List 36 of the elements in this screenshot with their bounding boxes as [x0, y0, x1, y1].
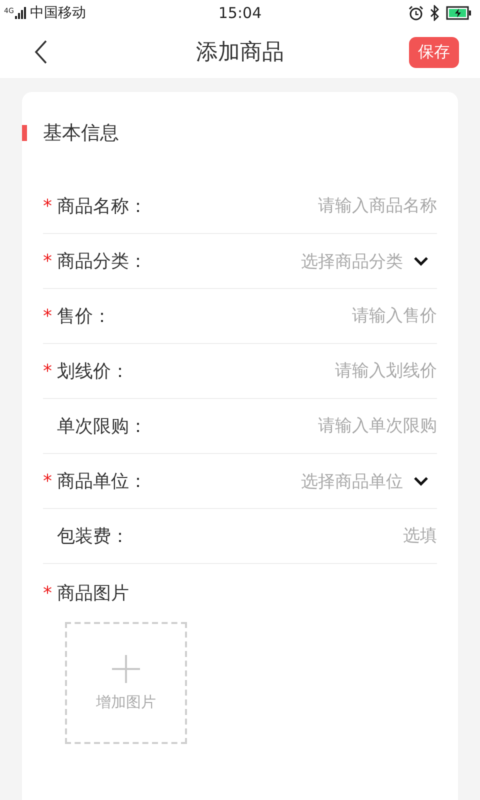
back-button[interactable]	[34, 39, 48, 65]
field-label: 单次限购：	[57, 415, 147, 438]
alarm-clock-icon	[408, 5, 424, 21]
input-field[interactable]: 请输入划线价	[129, 361, 437, 381]
input-field[interactable]: 请输入商品名称	[147, 196, 437, 216]
required-mark: *	[43, 306, 53, 326]
add-image-button[interactable]: 增加图片	[65, 622, 187, 744]
field-label: 售价：	[57, 305, 111, 328]
required-mark: *	[43, 196, 53, 216]
required-mark: *	[43, 470, 53, 492]
chevron-down-icon	[413, 476, 429, 486]
field-label: 包装费：	[57, 525, 129, 548]
battery-charging-icon	[446, 6, 472, 20]
required-mark: *	[43, 360, 53, 382]
input-field[interactable]: 选填	[129, 526, 437, 546]
field-label: 商品名称：	[57, 195, 147, 218]
input-field[interactable]: 请输入单次限购	[147, 416, 437, 436]
bluetooth-icon	[430, 5, 440, 21]
dropdown-field[interactable]: 选择商品分类	[147, 250, 437, 272]
clock-time: 15:04	[218, 4, 262, 22]
field-label: 商品分类：	[57, 250, 147, 273]
dropdown-field[interactable]: 选择商品单位	[147, 470, 437, 492]
carrier-name: 中国移动	[30, 4, 86, 22]
plus-icon	[112, 654, 140, 682]
field-label: 商品图片	[57, 582, 129, 605]
chevron-down-icon	[413, 256, 429, 266]
section-title: 基本信息	[43, 121, 119, 146]
section-marker	[22, 125, 27, 141]
field-label: 商品单位：	[57, 470, 147, 493]
required-mark: *	[43, 250, 53, 272]
input-field[interactable]: 请输入售价	[111, 306, 437, 326]
save-button[interactable]: 保存	[409, 36, 459, 68]
signal-icon	[14, 7, 27, 19]
page-title: 添加商品	[196, 39, 284, 67]
required-mark: *	[43, 582, 53, 604]
field-label: 划线价：	[57, 360, 129, 383]
